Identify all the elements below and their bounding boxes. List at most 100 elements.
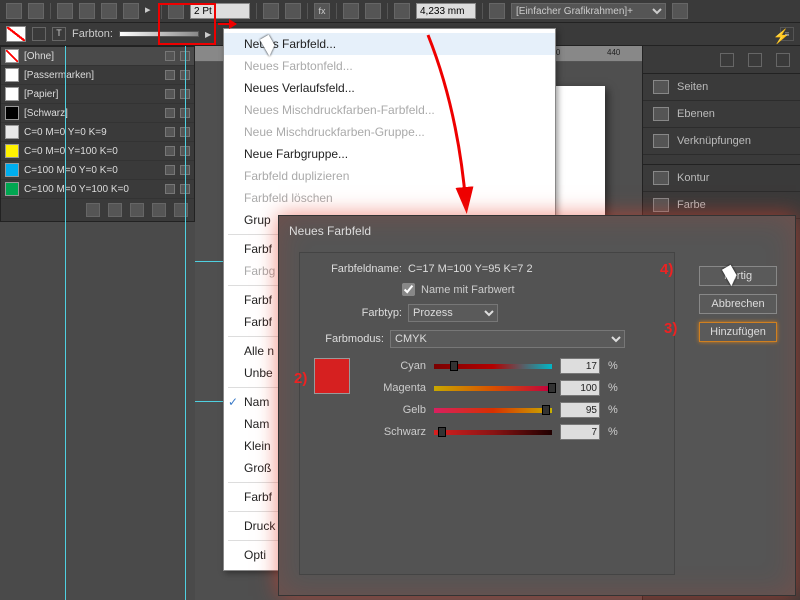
color-slider[interactable] <box>434 428 552 436</box>
swatch-row[interactable]: [Passermarken] <box>1 66 194 85</box>
tool-icon[interactable] <box>123 3 139 19</box>
panel-icon[interactable] <box>776 53 790 67</box>
swatch-row[interactable]: C=100 M=0 Y=0 K=0 <box>1 161 194 180</box>
swatch-row[interactable]: [Schwarz] <box>1 104 194 123</box>
menu-item-label: Farbf <box>244 490 272 504</box>
panel-tab[interactable]: Verknüpfungen <box>643 128 800 155</box>
slider-value-input[interactable] <box>560 424 600 440</box>
tool-icon[interactable] <box>79 3 95 19</box>
menu-item-label: Opti <box>244 548 266 562</box>
fx-icon[interactable]: fx <box>314 3 330 19</box>
name-with-value-label: Name mit Farbwert <box>421 284 515 296</box>
menu-item-label: Farbfeld duplizieren <box>244 169 349 183</box>
new-group-icon[interactable] <box>86 203 100 217</box>
swatches-footer <box>1 199 194 221</box>
menu-item-label: Farbf <box>244 315 272 329</box>
object-toggle-icon[interactable] <box>32 27 46 41</box>
tool-icon[interactable] <box>394 3 410 19</box>
panel-tab-label: Seiten <box>677 81 708 93</box>
menu-item-label: Farbfeld löschen <box>244 191 333 205</box>
swatch-type-icon <box>165 184 175 194</box>
page-icon[interactable] <box>152 203 166 217</box>
fill-proxy-icon[interactable] <box>6 26 26 42</box>
menu-item-label: Klein <box>244 439 271 453</box>
slider-thumb[interactable] <box>542 405 550 415</box>
swatch-name-value: C=17 M=100 Y=95 K=7 2 <box>408 263 533 275</box>
color-type-select[interactable]: Prozess <box>408 304 498 322</box>
panel-tab-icon <box>653 134 669 148</box>
panel-tab-icon <box>653 80 669 94</box>
guide[interactable] <box>65 46 66 600</box>
color-slider[interactable] <box>434 384 552 392</box>
new-swatch-icon[interactable] <box>130 203 144 217</box>
swatch-row[interactable]: C=0 M=0 Y=0 K=9 <box>1 123 194 142</box>
slider-label: Schwarz <box>360 426 426 438</box>
tool-icon[interactable] <box>285 3 301 19</box>
slider-value-input[interactable] <box>560 380 600 396</box>
swatch-type-icon <box>165 165 175 175</box>
slider-value-input[interactable] <box>560 402 600 418</box>
panel-tab[interactable]: Kontur <box>643 165 800 192</box>
swatch-row[interactable]: [Ohne] <box>1 47 194 66</box>
swatch-name: [Papier] <box>24 89 160 100</box>
tool-icon[interactable] <box>101 3 117 19</box>
menu-item-label: Farbg <box>244 264 275 278</box>
color-slider[interactable] <box>434 406 552 414</box>
caret-icon[interactable]: ▸ <box>145 3 155 19</box>
swatch-type-icon <box>165 51 175 61</box>
add-button[interactable]: Hinzufügen <box>699 322 777 342</box>
slider-thumb[interactable] <box>450 361 458 371</box>
slider-thumb[interactable] <box>438 427 446 437</box>
tool-icon[interactable] <box>343 3 359 19</box>
menu-item-label: Grup <box>244 213 271 227</box>
new-swatch-icon[interactable] <box>108 203 122 217</box>
tool-icon[interactable] <box>263 3 279 19</box>
tool-icon[interactable] <box>6 3 22 19</box>
panel-tab-label: Verknüpfungen <box>677 135 751 147</box>
name-with-value-checkbox[interactable] <box>402 283 415 296</box>
menu-item[interactable]: Neue Farbgruppe... <box>224 143 555 165</box>
tool-icon[interactable] <box>28 3 44 19</box>
swatch-type-icon <box>165 70 175 80</box>
color-mode-select[interactable]: CMYK <box>390 330 625 348</box>
panel-tab[interactable]: Ebenen <box>643 101 800 128</box>
frame-preset-select[interactable]: [Einfacher Grafikrahmen]+ <box>511 3 666 19</box>
slider-label: Magenta <box>360 382 426 394</box>
color-preview <box>314 358 350 394</box>
stroke-weight-input[interactable] <box>190 3 250 19</box>
menu-item: Farbfeld löschen <box>224 187 555 209</box>
color-slider[interactable] <box>434 362 552 370</box>
menu-item-label: Neues Verlaufsfeld... <box>244 81 355 95</box>
swatch-row[interactable]: C=0 M=0 Y=100 K=0 <box>1 142 194 161</box>
cancel-button[interactable]: Abbrechen <box>699 294 777 314</box>
panel-tab[interactable]: Seiten <box>643 74 800 101</box>
tool-icon[interactable] <box>672 3 688 19</box>
check-icon: ✓ <box>228 395 238 409</box>
menu-item-label: Neues Farbtonfeld... <box>244 59 353 73</box>
panel-icon[interactable] <box>748 53 762 67</box>
slider-value-input[interactable] <box>560 358 600 374</box>
swatch-row[interactable]: [Papier] <box>1 85 194 104</box>
tint-slider[interactable] <box>119 31 199 37</box>
swatch-name: C=100 M=0 Y=100 K=0 <box>24 184 160 195</box>
swatch-chip <box>5 68 19 82</box>
guide[interactable] <box>185 46 186 600</box>
tool-icon[interactable] <box>489 3 505 19</box>
size-input[interactable] <box>416 3 476 19</box>
swatches-panel: [Ohne][Passermarken][Papier][Schwarz]C=0… <box>0 46 195 222</box>
percent-label: % <box>608 360 620 372</box>
panel-icon[interactable] <box>720 53 734 67</box>
bolt-icon[interactable]: ⚡ <box>773 28 790 45</box>
slider-thumb[interactable] <box>548 383 556 393</box>
menu-item-label: Druck <box>244 519 275 533</box>
stroke-icon[interactable] <box>168 3 184 19</box>
annotation-arrow <box>218 23 236 25</box>
ok-button[interactable]: Fertig <box>699 266 777 286</box>
swatch-row[interactable]: C=100 M=0 Y=100 K=0 <box>1 180 194 199</box>
menu-item[interactable]: Neues Verlaufsfeld... <box>224 77 555 99</box>
menu-item[interactable]: Neues Farbfeld... <box>224 33 555 55</box>
text-toggle-icon[interactable]: T <box>52 27 66 41</box>
swatch-name: C=100 M=0 Y=0 K=0 <box>24 165 160 176</box>
tool-icon[interactable] <box>365 3 381 19</box>
tool-icon[interactable] <box>57 3 73 19</box>
